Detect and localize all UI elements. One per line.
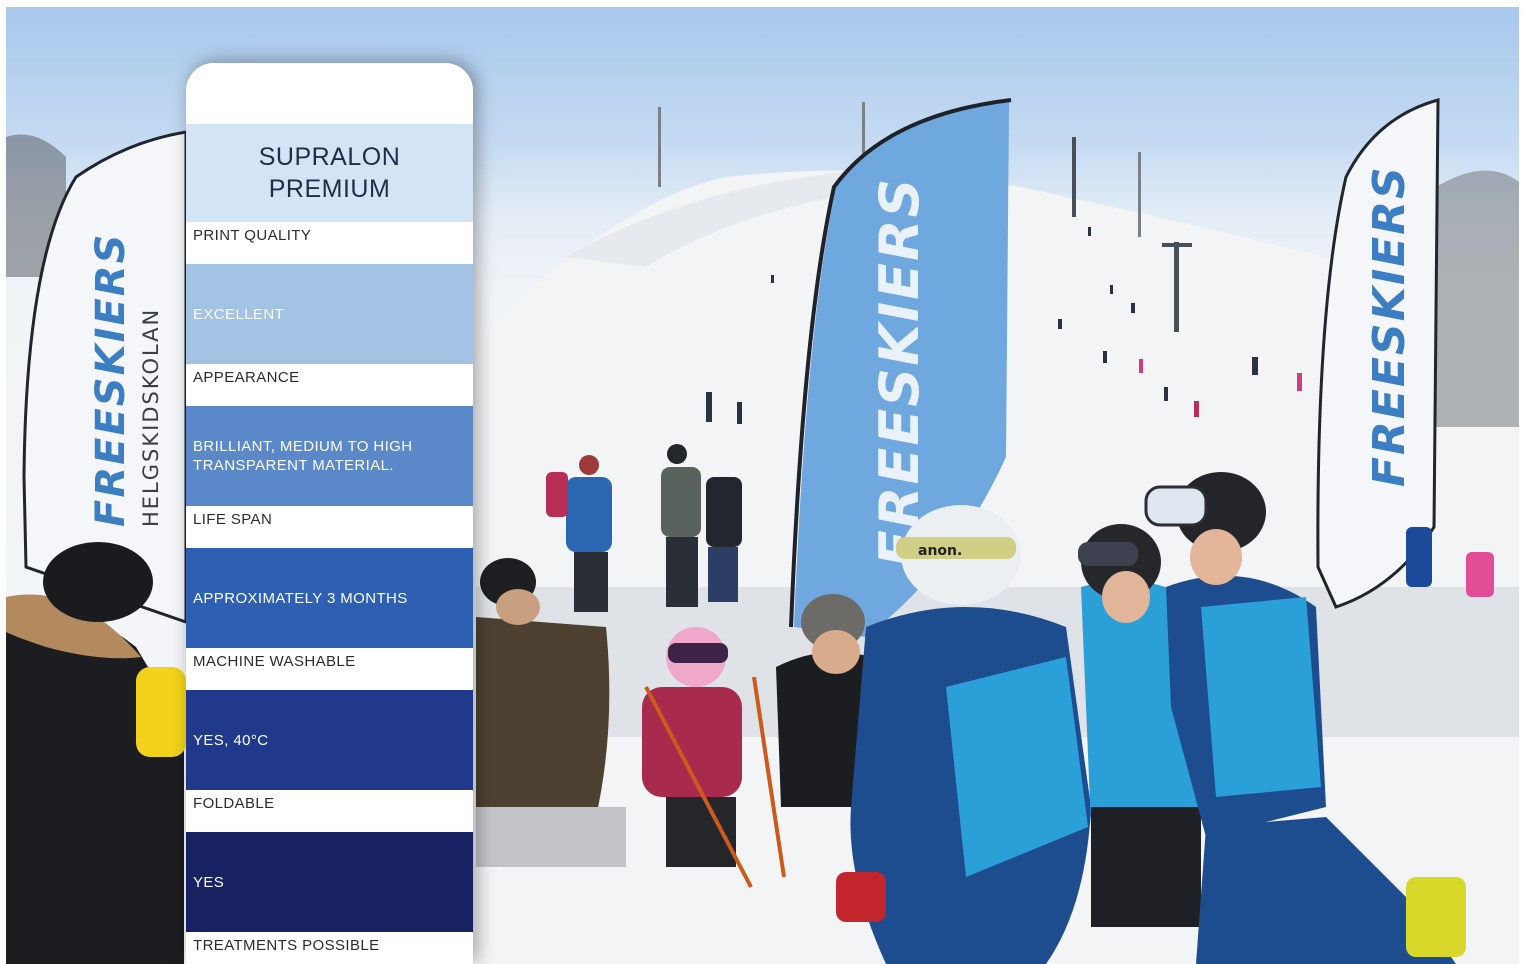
tall-teen-goggles	[1144, 485, 1208, 527]
kid-red-glove	[836, 872, 886, 922]
tall-teen-panel	[1201, 597, 1321, 797]
spec-value-appearance-line2: TRANSPARENT MATERIAL.	[193, 457, 394, 474]
woman-face	[812, 630, 860, 674]
spec-value-foldable: YES	[186, 832, 473, 932]
man-jacket	[476, 617, 610, 827]
trees-right	[1426, 170, 1519, 428]
spec-value-print-quality: EXCELLENT	[186, 264, 473, 364]
teen-trousers	[1091, 807, 1201, 927]
yellow-jacket	[136, 667, 186, 757]
card-header-space	[186, 63, 473, 124]
lift-pole	[1072, 137, 1076, 217]
teen-goggles	[1078, 542, 1138, 566]
child-pink-jacket	[642, 687, 742, 797]
product-title-line1: SUPRALON	[258, 143, 401, 171]
spec-label-foldable: FOLDABLE	[186, 790, 473, 832]
spec-value-life-span: APPROXIMATELY 3 MONTHS	[186, 548, 473, 648]
tall-teen-face	[1190, 529, 1242, 585]
right-flag-brand: FREESKIERS	[1364, 165, 1415, 487]
man-face	[496, 589, 540, 625]
spec-label-life-span: LIFE SPAN	[186, 506, 473, 548]
lift-crossbar	[1162, 243, 1192, 247]
lift-pole	[658, 107, 661, 187]
spec-value-machine-washable: YES, 40°C	[186, 690, 473, 790]
spec-card: SUPRALON PREMIUM PRINT QUALITY EXCELLENT…	[186, 63, 473, 964]
man-trousers	[476, 807, 626, 867]
helmet-brand: anon.	[918, 543, 962, 559]
spec-label-print-quality: PRINT QUALITY	[186, 222, 473, 264]
woman-parka	[6, 603, 184, 964]
child-trousers	[666, 797, 736, 867]
spec-value-appearance-line1: BRILLIANT, MEDIUM TO HIGH	[193, 438, 413, 455]
product-title: SUPRALON PREMIUM	[186, 124, 473, 222]
beanie	[43, 542, 153, 622]
spec-label-treatments-possible: TREATMENTS POSSIBLE	[186, 932, 473, 964]
lift-pole	[1138, 152, 1141, 237]
spec-label-machine-washable: MACHINE WASHABLE	[186, 648, 473, 690]
ski-boot	[1406, 877, 1466, 957]
left-flag-brand: FREESKIERS	[88, 233, 134, 527]
left-flag-subtext: HELGSKIDSKOLAN	[139, 308, 163, 527]
product-title-line2: PREMIUM	[268, 175, 391, 203]
spec-value-appearance: BRILLIANT, MEDIUM TO HIGH TRANSPARENT MA…	[186, 406, 473, 506]
lift-pole	[1174, 242, 1179, 332]
center-flag-brand: FREESKIERS	[868, 177, 931, 567]
spec-label-appearance: APPEARANCE	[186, 364, 473, 406]
child-goggles	[668, 643, 728, 663]
teen-face	[1102, 571, 1150, 623]
